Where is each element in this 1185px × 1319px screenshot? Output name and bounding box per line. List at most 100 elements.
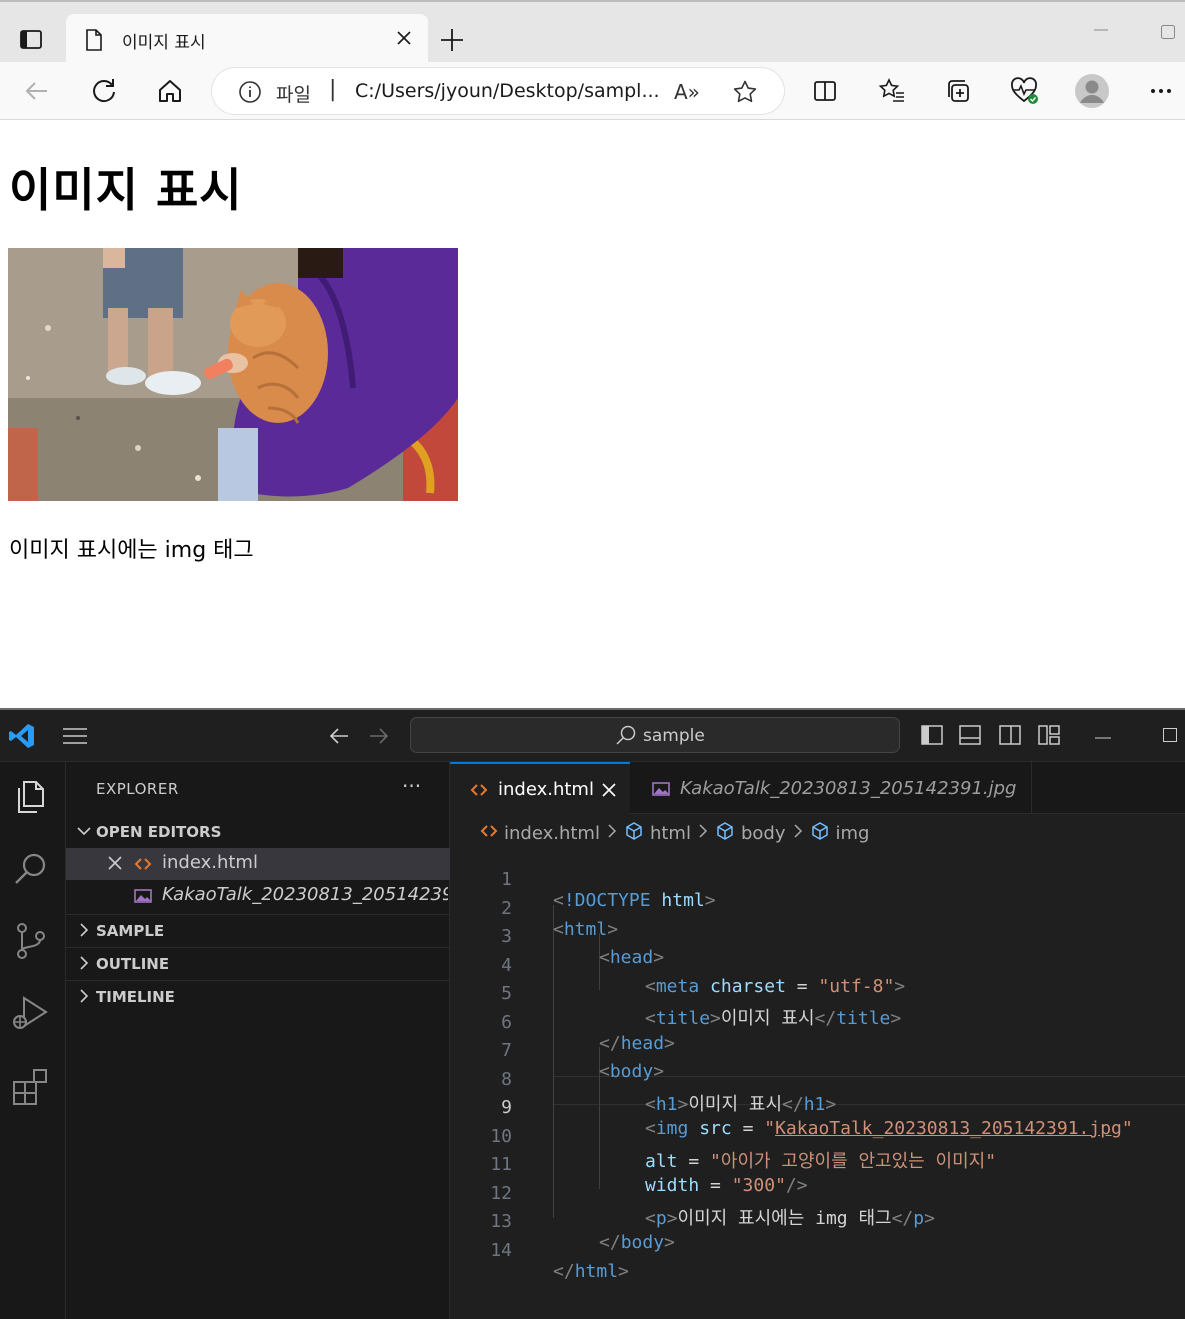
address-url[interactable]: C:/Users/jyoun/Desktop/sampl... [355,80,660,102]
symbol-icon [715,821,735,846]
section-timeline[interactable]: TIMELINE [66,980,450,1012]
chevron-down-icon [76,823,92,843]
info-icon[interactable] [238,80,262,108]
code-line: 13 </body> [450,1190,1185,1253]
toggle-panel-icon[interactable] [958,723,982,751]
code-line: 3 <head> [450,905,1185,968]
more-menu-icon[interactable] [1144,74,1178,108]
chevron-right-icon [792,823,804,844]
chevron-right-icon [606,823,618,844]
html-file-icon [470,781,488,804]
breadcrumb-item[interactable]: body [741,823,786,844]
extensions-icon[interactable] [10,1064,52,1106]
explorer-more-icon[interactable]: ··· [402,774,421,798]
html-file-icon [480,822,498,845]
code-line: 12 <p>이미지 표시에는 img 태그</p> [450,1162,1185,1229]
address-scheme: 파일 [276,84,311,106]
page-icon [84,28,104,56]
section-label: OUTLINE [96,955,170,973]
browser-toolbar: 파일 | C:/Users/jyoun/Desktop/sampl... A» [0,62,1185,120]
profile-avatar[interactable] [1074,73,1110,109]
toggle-primary-sidebar-icon[interactable] [920,723,944,751]
collections-icon[interactable] [941,74,975,108]
code-line: 6 </head> [450,991,1185,1054]
code-line: 1 <!DOCTYPE html> [450,848,1185,911]
search-icon [615,724,637,750]
vscode-titlebar: sample [0,710,1185,762]
minimize-icon[interactable] [1093,22,1109,38]
file-name: KakaoTalk_20230813_20514239... [162,884,448,905]
editor-tab-image[interactable]: KakaoTalk_20230813_205142391.jpg [630,762,1032,814]
maximize-icon[interactable] [1160,24,1176,40]
child-holding-cat-photo [8,248,458,501]
code-line: 14 </html> [450,1219,1185,1282]
page-heading: 이미지 표시 [9,163,243,217]
code-line: 7 <body> [450,1019,1185,1082]
refresh-icon[interactable] [87,74,121,108]
run-debug-icon[interactable] [10,992,52,1034]
open-editor-index-html[interactable]: index.html [66,848,450,880]
section-sample[interactable]: SAMPLE [66,914,450,946]
vscode-window: sample EXPLORER ··· OPEN EDITORS index.h… [0,708,1185,1319]
explorer-sidebar: EXPLORER ··· OPEN EDITORS index.html Kak… [66,762,450,1319]
nav-forward-icon[interactable] [368,726,390,750]
image-file-icon [134,887,152,910]
address-separator: | [329,77,337,102]
favorites-icon[interactable] [875,74,909,108]
split-screen-icon[interactable] [808,74,842,108]
code-line: 5 <title>이미지 표시</title> [450,962,1185,1029]
nav-back-icon[interactable] [328,726,350,750]
code-line: 2 <html> [450,877,1185,940]
code-line: 9 <img src = "KakaoTalk_20230813_2051423… [450,1076,1185,1139]
html-file-icon [134,855,152,878]
command-center-search[interactable]: sample [410,717,900,753]
home-icon[interactable] [153,74,187,108]
close-editor-icon[interactable] [106,854,124,877]
open-editor-image[interactable]: KakaoTalk_20230813_20514239... [66,880,450,912]
vscode-minimize-icon[interactable] [1094,728,1112,747]
editor-tab-index-html[interactable]: index.html [450,762,630,814]
vscode-logo-icon [8,722,36,754]
add-favorite-icon[interactable] [732,79,758,109]
source-control-icon[interactable] [10,920,52,962]
section-open-editors[interactable]: OPEN EDITORS [66,816,450,848]
line-number: 14 [490,1239,512,1261]
browser-tab[interactable]: 이미지 표시 [66,14,428,66]
search-view-icon[interactable] [10,848,52,890]
explorer-title: EXPLORER [96,780,179,798]
code-line: 10 alt = "아이가 고양이를 안고있는 이미지" [450,1105,1185,1172]
explorer-icon[interactable] [10,776,52,818]
browser-window: 이미지 표시 파일 | C:/Users/jyoun/Desktop/sampl… [0,0,1185,708]
section-label: OPEN EDITORS [96,823,222,841]
customize-layout-icon[interactable] [1037,723,1061,751]
breadcrumb-item[interactable]: html [650,823,691,844]
chevron-right-icon [76,922,92,942]
read-aloud-icon[interactable]: A» [674,80,700,104]
section-label: SAMPLE [96,922,165,940]
command-center-label: sample [643,726,705,746]
symbol-icon [810,821,830,846]
close-tab-icon[interactable] [394,28,414,48]
browser-essentials-icon[interactable] [1007,74,1041,108]
section-outline[interactable]: OUTLINE [66,947,450,979]
back-icon[interactable] [20,74,54,108]
section-label: TIMELINE [96,988,175,1006]
code-line: 11 width = "300"/> [450,1133,1185,1196]
code-line: 4 <meta charset = "utf-8"> [450,934,1185,997]
tab-actions-icon[interactable] [16,24,46,54]
menu-icon[interactable] [62,726,88,750]
breadcrumb-item[interactable]: img [836,823,870,844]
symbol-icon [624,821,644,846]
new-tab-icon[interactable] [438,26,466,54]
vscode-maximize-icon[interactable] [1162,727,1178,747]
close-tab-icon[interactable] [600,781,618,804]
breadcrumb-item[interactable]: index.html [504,823,600,844]
tab-title: 이미지 표시 [122,33,206,53]
tab-label: index.html [498,779,594,800]
page-content: 이미지 표시 이미지 표시에는 img 태그 [0,120,1185,708]
file-name: index.html [162,852,258,873]
address-bar[interactable]: 파일 | C:/Users/jyoun/Desktop/sampl... A» [212,68,784,114]
toggle-secondary-sidebar-icon[interactable] [998,723,1022,751]
editor-area: index.html KakaoTalk_20230813_205142391.… [450,762,1185,1319]
code-line: 8 <h1>이미지 표시</h1> [450,1048,1185,1115]
